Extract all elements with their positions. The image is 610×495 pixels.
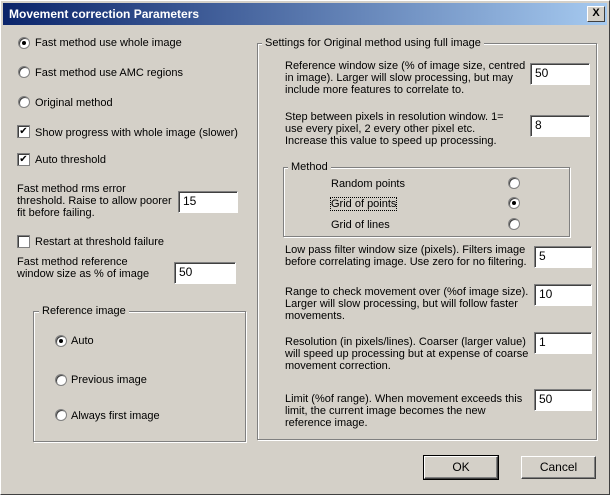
ref-window-label: Fast method reference window size as % o… xyxy=(17,256,150,280)
ref-window-size-input[interactable]: 50 xyxy=(530,63,590,85)
radio-fast-amc-regions[interactable] xyxy=(18,66,30,78)
auto-threshold-label: Auto threshold xyxy=(35,154,106,166)
ref-window-size-label: Reference window size (% of image size, … xyxy=(285,60,526,96)
title-bar: Movement correction Parameters X xyxy=(3,3,607,25)
method-random-label: Random points xyxy=(331,178,405,190)
rms-error-input[interactable]: 15 xyxy=(178,191,238,213)
method-grid-points-label: Grid of points xyxy=(329,197,398,211)
radio-fast-whole-image[interactable] xyxy=(18,37,30,49)
radio-original-method[interactable] xyxy=(18,96,30,108)
restart-label: Restart at threshold failure xyxy=(35,236,165,248)
original-method-settings-title: Settings for Original method using full … xyxy=(262,37,484,49)
method-group xyxy=(283,167,570,237)
radio-ref-auto-label: Auto xyxy=(71,335,94,347)
resolution-label: Resolution (in pixels/lines). Coarser (l… xyxy=(285,336,529,372)
original-method-settings-group xyxy=(257,43,597,440)
range-input[interactable]: 10 xyxy=(534,284,592,306)
radio-method-grid-points[interactable] xyxy=(508,197,520,209)
radio-ref-previous-label: Previous image xyxy=(71,374,147,386)
show-progress-checkbox[interactable]: ✔ xyxy=(17,125,30,138)
step-label: Step between pixels in resolution window… xyxy=(285,111,504,147)
radio-ref-auto[interactable] xyxy=(55,335,67,347)
resolution-input[interactable]: 1 xyxy=(534,332,592,354)
restart-checkbox[interactable] xyxy=(17,235,30,248)
method-grid-lines-label: Grid of lines xyxy=(331,219,390,231)
rms-error-label: Fast method rms error threshold. Raise t… xyxy=(17,183,172,219)
low-pass-label: Low pass filter window size (pixels). Fi… xyxy=(285,244,527,268)
radio-fast-amc-regions-label: Fast method use AMC regions xyxy=(35,67,183,79)
low-pass-input[interactable]: 5 xyxy=(534,246,592,268)
radio-ref-previous[interactable] xyxy=(55,374,67,386)
window-title: Movement correction Parameters xyxy=(9,7,200,21)
reference-image-title: Reference image xyxy=(39,305,129,317)
radio-original-method-label: Original method xyxy=(35,97,113,109)
show-progress-label: Show progress with whole image (slower) xyxy=(35,127,238,139)
method-title: Method xyxy=(288,161,331,173)
limit-input[interactable]: 50 xyxy=(534,389,592,411)
ref-window-input[interactable]: 50 xyxy=(174,262,236,284)
close-button[interactable]: X xyxy=(587,6,605,22)
radio-method-random[interactable] xyxy=(508,177,520,189)
auto-threshold-checkbox[interactable]: ✔ xyxy=(17,153,30,166)
limit-label: Limit (%of range). When movement exceeds… xyxy=(285,393,523,429)
cancel-button[interactable]: Cancel xyxy=(521,456,596,479)
radio-method-grid-lines[interactable] xyxy=(508,218,520,230)
range-label: Range to check movement over (%of image … xyxy=(285,286,529,322)
radio-ref-first-label: Always first image xyxy=(71,410,160,422)
step-input[interactable]: 8 xyxy=(530,115,590,137)
radio-ref-first[interactable] xyxy=(55,409,67,421)
ok-button[interactable]: OK xyxy=(423,455,499,480)
radio-fast-whole-image-label: Fast method use whole image xyxy=(35,37,182,49)
